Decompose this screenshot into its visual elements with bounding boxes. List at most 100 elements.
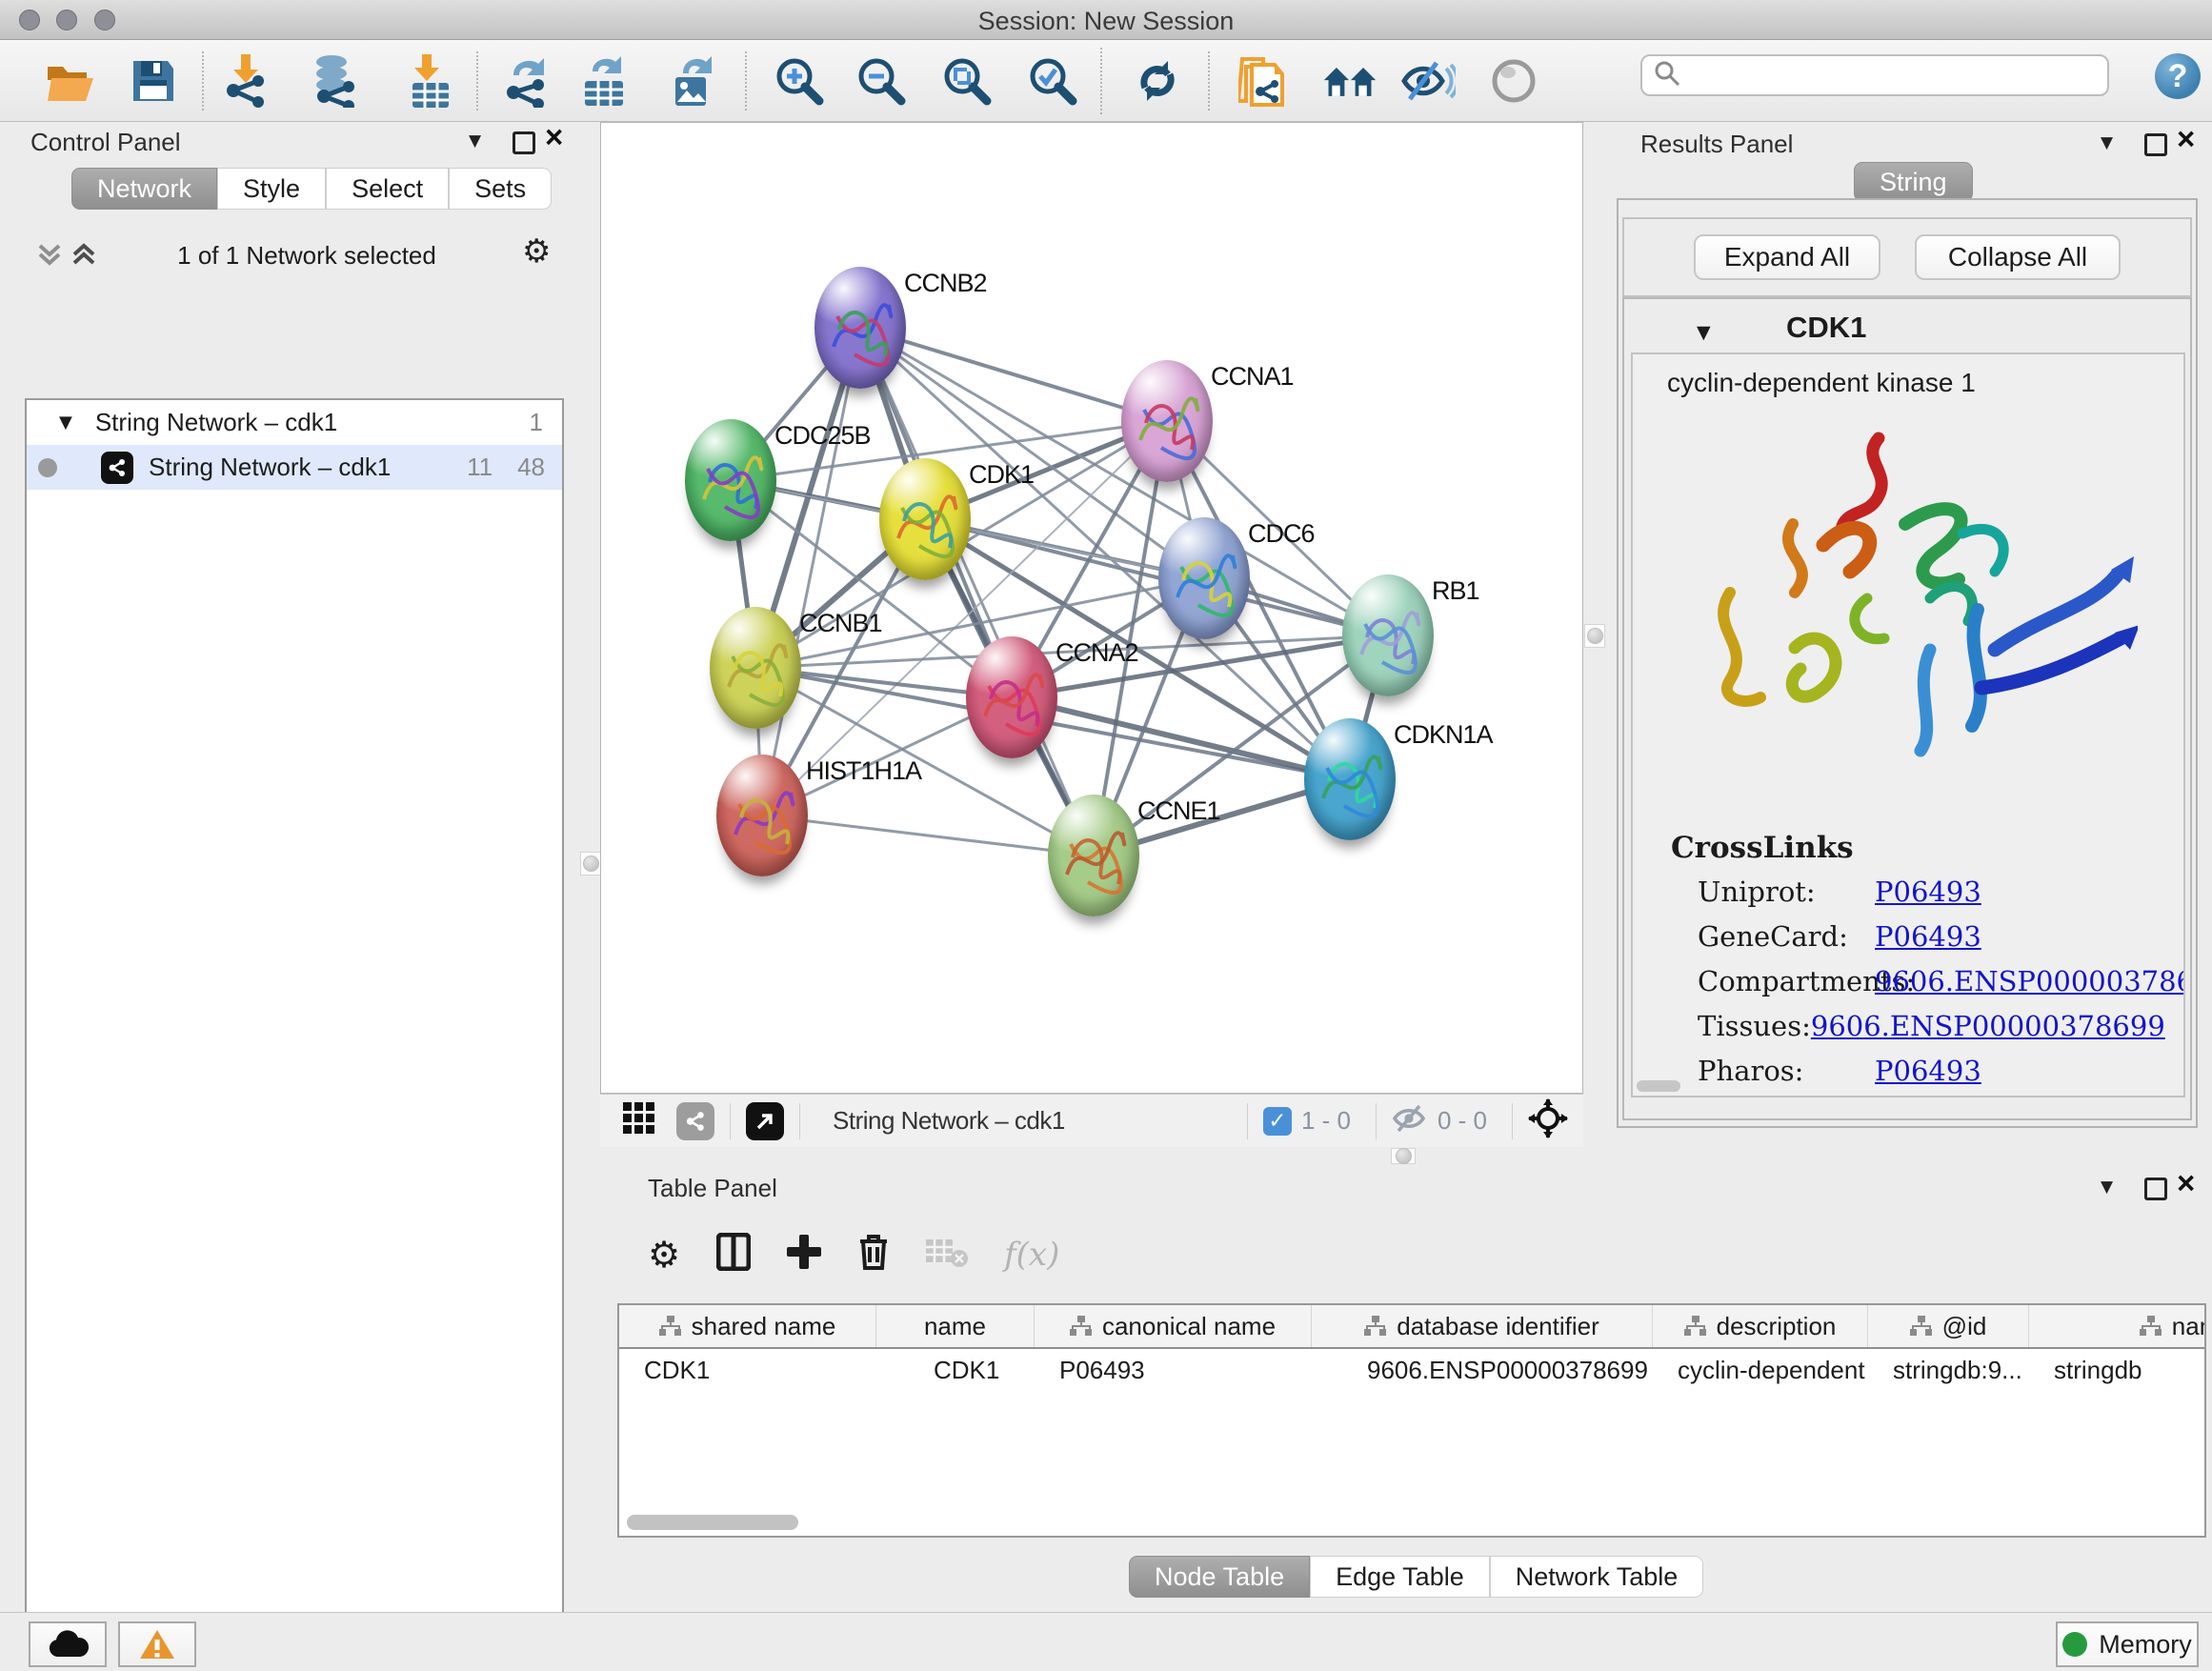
delete-table-icon[interactable] <box>926 1236 968 1273</box>
network-current-dot-icon <box>38 458 57 477</box>
import-network-from-database-icon[interactable] <box>307 53 362 109</box>
node-CDK1[interactable] <box>879 458 971 580</box>
column-label: namespace <box>2172 1312 2206 1341</box>
grid-view-icon[interactable] <box>623 1102 655 1139</box>
column-header[interactable]: canonical name <box>1035 1305 1312 1347</box>
collapse-all-networks-icon[interactable] <box>34 240 65 273</box>
crosslink-link[interactable]: P06493 <box>1875 1055 1981 1087</box>
tab-node-table[interactable]: Node Table <box>1129 1556 1310 1598</box>
node-CDC25B[interactable] <box>685 419 776 541</box>
network-collection-row[interactable]: ▼ String Network – cdk1 1 <box>27 400 562 445</box>
open-session-icon[interactable] <box>43 53 98 109</box>
search-input[interactable] <box>1690 61 2094 90</box>
hide-graphics-icon[interactable] <box>1400 53 1456 109</box>
function-builder-icon[interactable]: f(x) <box>1004 1236 1059 1274</box>
node-CCNB1[interactable] <box>710 607 801 729</box>
network-options-gear-icon[interactable]: ⚙ <box>522 232 551 271</box>
apply-preferred-layout-icon[interactable] <box>1130 53 1185 109</box>
save-session-icon[interactable] <box>126 53 181 109</box>
column-header[interactable]: @id <box>1868 1305 2029 1347</box>
column-header[interactable]: name <box>876 1305 1035 1347</box>
collection-label: String Network – cdk1 <box>95 408 337 437</box>
cloud-button[interactable] <box>29 1621 107 1667</box>
birds-eye-crosshair-icon[interactable] <box>1528 1098 1568 1143</box>
expand-all-button[interactable]: Expand All <box>1694 234 1880 280</box>
node-CDC6[interactable] <box>1158 517 1250 639</box>
tab-style[interactable]: Style <box>217 168 326 210</box>
import-network-from-file-icon[interactable] <box>217 53 272 109</box>
zoom-fit-content-icon[interactable] <box>939 53 995 109</box>
control-panel-close-icon[interactable]: × <box>545 128 563 147</box>
tab-edge-table[interactable]: Edge Table <box>1310 1556 1490 1598</box>
import-table-from-file-icon[interactable] <box>400 53 455 109</box>
table-panel-menu-icon[interactable]: ▼ <box>2101 1178 2113 1197</box>
node-CCNE1[interactable] <box>1048 795 1139 916</box>
tab-string[interactable]: String <box>1854 162 1973 202</box>
tab-network-table[interactable]: Network Table <box>1490 1556 1704 1598</box>
edge-CDK1-RB1[interactable] <box>925 519 1388 635</box>
network-view-string-icon[interactable] <box>676 1102 714 1140</box>
crosslink-row: Compartments: 9606.ENSP00000378699 <box>1698 958 2155 1003</box>
tab-sets[interactable]: Sets <box>449 168 552 210</box>
show-columns-icon[interactable] <box>716 1233 751 1276</box>
zoom-selected-icon[interactable] <box>1025 53 1080 109</box>
node-CDKN1A[interactable] <box>1304 718 1396 840</box>
edge-CCNB2-HIST1H1A[interactable] <box>762 328 860 815</box>
first-neighbors-icon[interactable] <box>1322 53 1377 109</box>
column-header[interactable]: shared name <box>619 1305 876 1347</box>
crosslink-link[interactable]: 9606.ENSP00000378699 <box>1875 965 2185 997</box>
node-structure-icon <box>1158 517 1250 639</box>
node-CCNA2[interactable] <box>966 636 1057 758</box>
node-CCNB2[interactable] <box>814 267 906 389</box>
crosslink-label: Compartments: <box>1698 965 1875 997</box>
tab-network[interactable]: Network <box>71 168 217 210</box>
column-header[interactable]: description <box>1653 1305 1868 1347</box>
table-row[interactable]: CDK1 CDK1 P06493 9606.ENSP00000378699 cy… <box>619 1349 2204 1391</box>
export-network-icon[interactable] <box>497 53 553 109</box>
network-canvas[interactable]: CCNB2CCNA1CDC25BCDK1CDC6RB1CCNB1CCNA2CDK… <box>600 122 1583 1094</box>
zoom-out-icon[interactable] <box>854 53 909 109</box>
zoom-in-icon[interactable] <box>772 53 827 109</box>
results-panel-float-icon[interactable] <box>2144 133 2167 156</box>
export-image-icon[interactable] <box>665 53 720 109</box>
hidden-elements-icon[interactable] <box>1392 1103 1428 1138</box>
right-splitter-handle[interactable] <box>1584 624 1605 648</box>
node-HIST1H1A[interactable] <box>716 755 808 876</box>
table-panel-close-icon[interactable]: × <box>2177 1174 2195 1193</box>
clone-network-icon[interactable] <box>1235 53 1290 109</box>
crosslink-link[interactable]: P06493 <box>1875 920 1981 953</box>
control-panel-menu-icon[interactable]: ▼ <box>469 131 481 151</box>
memory-button[interactable]: Memory <box>2056 1621 2199 1667</box>
table-hscrollbar[interactable] <box>627 1515 798 1530</box>
crosslink-link[interactable]: P06493 <box>1875 876 1981 908</box>
column-header[interactable]: namespace <box>2029 1305 2206 1347</box>
expand-all-networks-icon[interactable] <box>69 240 99 273</box>
left-splitter-handle[interactable] <box>580 852 601 876</box>
create-column-icon[interactable] <box>787 1235 821 1274</box>
tab-select[interactable]: Select <box>326 168 449 210</box>
column-header[interactable]: database identifier <box>1312 1305 1653 1347</box>
results-panel-close-icon[interactable]: × <box>2177 130 2195 149</box>
node-RB1[interactable] <box>1342 574 1434 696</box>
delete-column-icon[interactable] <box>857 1233 890 1276</box>
selected-nodes-checkbox-icon[interactable]: ✓ <box>1263 1107 1292 1136</box>
node-CCNA1[interactable] <box>1121 360 1213 482</box>
results-panel-menu-icon[interactable]: ▼ <box>2101 133 2113 152</box>
warnings-button[interactable] <box>118 1621 196 1667</box>
collapse-all-button[interactable]: Collapse All <box>1915 234 2121 280</box>
network-row-selected[interactable]: String Network – cdk1 11 48 <box>27 445 562 490</box>
table-settings-gear-icon[interactable]: ⚙ <box>648 1234 680 1276</box>
show-graphics-details-icon[interactable] <box>1486 53 1541 109</box>
help-icon[interactable]: ? <box>2155 53 2201 99</box>
crosslinks-heading: CrossLinks <box>1671 831 1854 865</box>
export-table-icon[interactable] <box>576 53 632 109</box>
gene-collapse-icon[interactable]: ▼ <box>1697 322 1711 343</box>
bottom-splitter-handle[interactable] <box>1391 1148 1416 1164</box>
collection-expand-icon[interactable]: ▼ <box>59 413 72 433</box>
detach-view-icon[interactable] <box>746 1102 784 1140</box>
table-panel-float-icon[interactable] <box>2144 1178 2167 1200</box>
crosslink-link[interactable]: 9606.ENSP00000378699 <box>1811 1010 2165 1042</box>
control-panel-float-icon[interactable] <box>513 131 535 154</box>
edge-CCNE1-HIST1H1A[interactable] <box>762 815 1094 856</box>
details-hscrollbar[interactable] <box>1637 1080 1680 1092</box>
